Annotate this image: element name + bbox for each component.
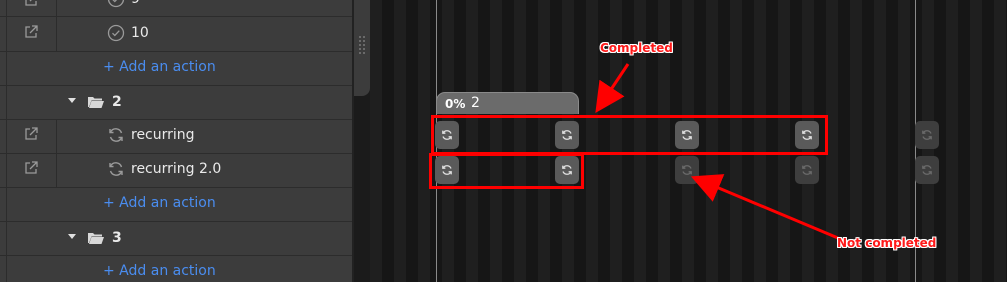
not-completed-annotation: Not completed — [837, 236, 937, 250]
completed-arrow — [595, 63, 630, 113]
completed-annotation: Completed — [600, 41, 673, 55]
not-completed-arrow — [690, 174, 839, 240]
